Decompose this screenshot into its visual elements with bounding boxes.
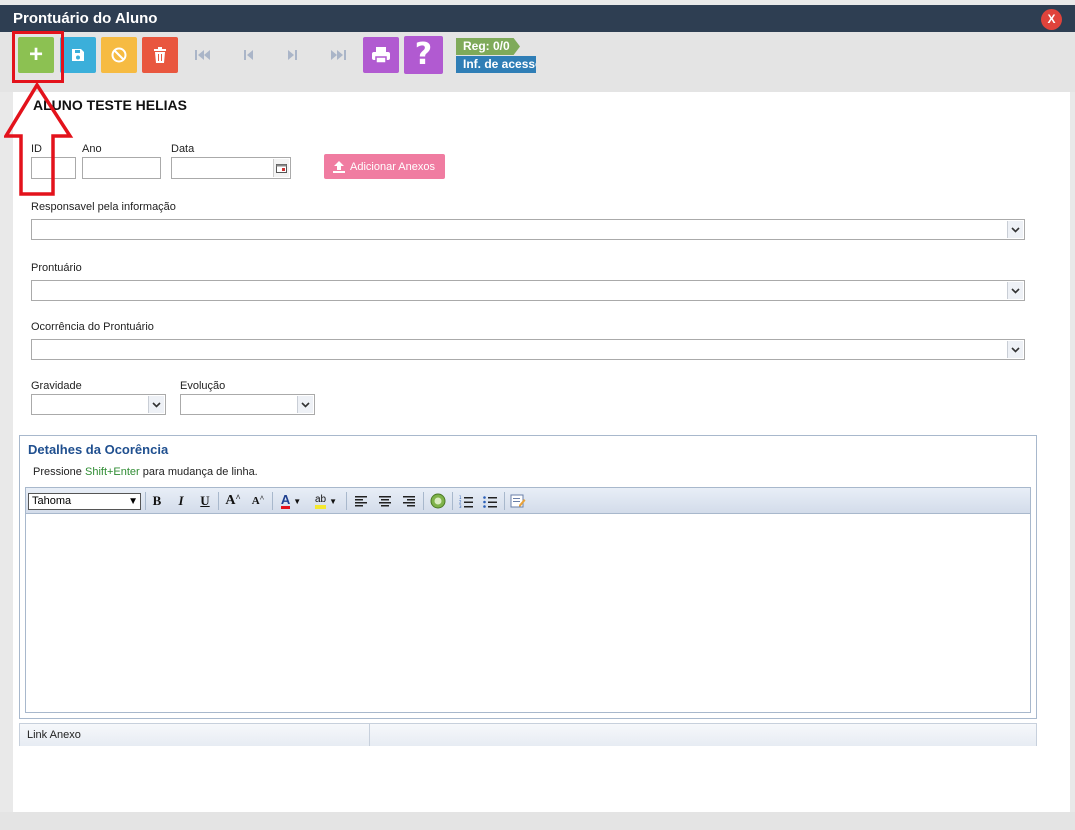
- toolbar-separator: [272, 492, 273, 510]
- upload-icon: [333, 160, 345, 173]
- toolbar-separator: [423, 492, 424, 510]
- save-button[interactable]: [60, 37, 96, 73]
- chevron-down-icon: ▼: [128, 496, 138, 507]
- increase-font-button[interactable]: A ^: [224, 492, 242, 510]
- delete-button[interactable]: [142, 37, 178, 73]
- toolbar-separator: [504, 492, 505, 510]
- hint-suffix: para mudança de linha.: [139, 466, 258, 478]
- evolution-label: Evolução: [180, 380, 226, 392]
- align-center-button[interactable]: [377, 492, 393, 510]
- occurrence-label: Ocorrência do Prontuário: [31, 321, 154, 333]
- window-title: Prontuário do Aluno: [13, 10, 158, 27]
- attachments-grid-header: Link Anexo: [19, 723, 1037, 746]
- ban-icon: [111, 47, 127, 63]
- next-record-button[interactable]: [283, 45, 303, 65]
- hint-prefix: Pressione: [33, 466, 85, 478]
- toolbar-separator: [452, 492, 453, 510]
- toolbar-separator: [145, 492, 146, 510]
- severity-select[interactable]: [31, 394, 166, 415]
- align-left-button[interactable]: [353, 492, 369, 510]
- details-title: Detalhes da Ocorência: [28, 442, 169, 457]
- date-label: Data: [171, 143, 195, 155]
- add-attachments-label: Adicionar Anexos: [350, 160, 435, 173]
- align-right-button[interactable]: [401, 492, 417, 510]
- trash-icon: [154, 47, 166, 63]
- next-icon: [288, 50, 297, 60]
- annotation-highlight-box: [12, 31, 64, 83]
- underline-button[interactable]: U: [198, 492, 212, 510]
- highlight-color-button[interactable]: ab ▼: [312, 492, 340, 510]
- previous-record-button[interactable]: [238, 45, 258, 65]
- print-button[interactable]: [363, 37, 399, 73]
- align-right-icon: [403, 496, 415, 507]
- chevron-down-icon: [1007, 282, 1023, 299]
- image-icon: [430, 493, 446, 509]
- insert-image-button[interactable]: [429, 492, 447, 510]
- shrink-font-icon: A: [251, 495, 260, 507]
- font-color-button[interactable]: A ▼: [278, 492, 304, 510]
- cancel-button[interactable]: [101, 37, 137, 73]
- dialog-footer: [0, 812, 1075, 830]
- edit-source-icon: [510, 494, 526, 508]
- access-info-button[interactable]: Inf. de acesso: [456, 56, 536, 73]
- prev-icon: [244, 50, 253, 60]
- chevron-down-icon: [1007, 341, 1023, 358]
- font-family-value: Tahoma: [32, 495, 72, 507]
- last-record-button[interactable]: [328, 45, 348, 65]
- evolution-select[interactable]: [180, 394, 315, 415]
- unordered-list-button[interactable]: [482, 492, 498, 510]
- edit-html-button[interactable]: [509, 492, 527, 510]
- question-icon: ?: [414, 37, 433, 72]
- line-break-hint: Pressione Shift+Enter para mudança de li…: [33, 466, 258, 478]
- link-attachment-column[interactable]: Link Anexo: [20, 724, 370, 746]
- titlebar: Prontuário do Aluno X: [0, 5, 1075, 32]
- responsible-select[interactable]: [31, 219, 1025, 240]
- decrease-font-button[interactable]: A ^: [250, 492, 266, 510]
- highlight-icon: ab: [314, 494, 327, 509]
- chevron-down-icon: [1007, 221, 1023, 238]
- occurrence-select[interactable]: [31, 339, 1025, 360]
- hint-keys: Shift+Enter: [84, 466, 140, 478]
- chevron-down-icon: [148, 396, 164, 413]
- severity-label: Gravidade: [31, 380, 82, 392]
- dialog: Prontuário do Aluno X + ? Reg: 0/0 Inf. …: [0, 0, 1075, 830]
- bullet-list-icon: [483, 495, 497, 508]
- annotation-arrow-icon: [4, 83, 74, 196]
- rich-text-editor[interactable]: [25, 514, 1031, 713]
- last-icon: [331, 50, 346, 60]
- align-left-icon: [355, 496, 367, 507]
- ordered-list-icon: 1 2 3: [459, 495, 473, 508]
- help-button[interactable]: ?: [404, 36, 443, 74]
- first-icon: [195, 50, 210, 60]
- ordered-list-button[interactable]: 1 2 3: [458, 492, 474, 510]
- first-record-button[interactable]: [193, 45, 213, 65]
- font-family-select[interactable]: Tahoma ▼: [28, 493, 141, 510]
- printer-icon: [372, 47, 390, 64]
- record-label: Prontuário: [31, 262, 82, 274]
- toolbar-separator: [218, 492, 219, 510]
- close-button[interactable]: X: [1041, 9, 1062, 30]
- font-color-icon: A: [280, 491, 291, 509]
- bold-button[interactable]: B: [150, 492, 164, 510]
- year-field[interactable]: [82, 157, 161, 179]
- svg-text:3: 3: [459, 504, 462, 508]
- responsible-label: Responsavel pela informação: [31, 201, 176, 213]
- italic-button[interactable]: I: [174, 492, 188, 510]
- record-select[interactable]: [31, 280, 1025, 301]
- record-counter-badge: Reg: 0/0: [456, 38, 520, 55]
- add-attachments-button[interactable]: Adicionar Anexos: [324, 154, 445, 179]
- align-center-icon: [379, 496, 391, 507]
- toolbar-separator: [346, 492, 347, 510]
- chevron-down-icon: [297, 396, 313, 413]
- calendar-icon[interactable]: [273, 159, 289, 177]
- date-field[interactable]: [171, 157, 291, 179]
- grow-font-icon: A: [225, 493, 236, 508]
- floppy-icon: [72, 49, 84, 61]
- year-label: Ano: [82, 143, 102, 155]
